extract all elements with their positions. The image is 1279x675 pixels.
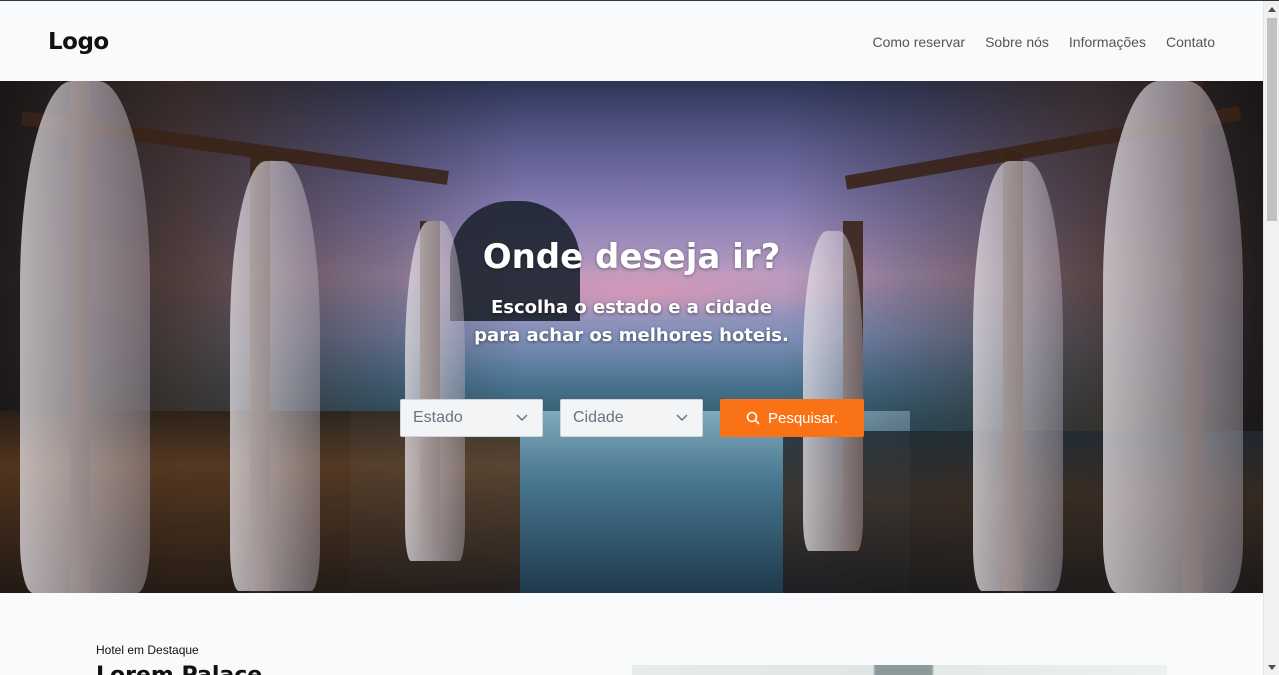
site-logo[interactable]: Logo [48, 29, 109, 55]
hero-title: Onde deseja ir? [482, 237, 781, 277]
hero-subtitle-line-2: para achar os melhores hoteis. [474, 325, 789, 346]
scroll-down-arrow-icon[interactable] [1268, 665, 1276, 670]
top-navbar: Logo Como reservar Sobre nós Informações… [0, 1, 1263, 81]
featured-hotel-image [632, 665, 1167, 675]
featured-label: Hotel em Destaque [96, 643, 199, 657]
city-select[interactable]: Cidade [560, 399, 703, 437]
state-select[interactable]: Estado [400, 399, 543, 437]
city-select-label: Cidade [573, 409, 624, 426]
scrollbar-thumb[interactable] [1267, 18, 1277, 221]
nav-informacoes[interactable]: Informações [1069, 34, 1146, 50]
nav-como-reservar[interactable]: Como reservar [872, 34, 965, 50]
featured-title: Lorem Palace [96, 661, 262, 675]
search-button-label: Pesquisar. [767, 409, 839, 427]
nav-contato[interactable]: Contato [1166, 34, 1215, 50]
state-select-label: Estado [413, 409, 463, 426]
page-scrollbar[interactable] [1263, 1, 1279, 675]
main-nav: Como reservar Sobre nós Informações Cont… [872, 34, 1215, 50]
hero-banner: Onde deseja ir? Escolha o estado e a cid… [0, 81, 1263, 593]
search-button[interactable]: Pesquisar. [720, 399, 864, 437]
hero-content: Onde deseja ir? Escolha o estado e a cid… [0, 81, 1263, 593]
search-icon [746, 411, 760, 425]
nav-sobre-nos[interactable]: Sobre nós [985, 34, 1049, 50]
chevron-down-icon [676, 414, 688, 422]
chevron-down-icon [516, 414, 528, 422]
hero-subtitle-line-1: Escolha o estado e a cidade [490, 297, 773, 318]
scroll-up-arrow-icon[interactable] [1268, 7, 1276, 12]
